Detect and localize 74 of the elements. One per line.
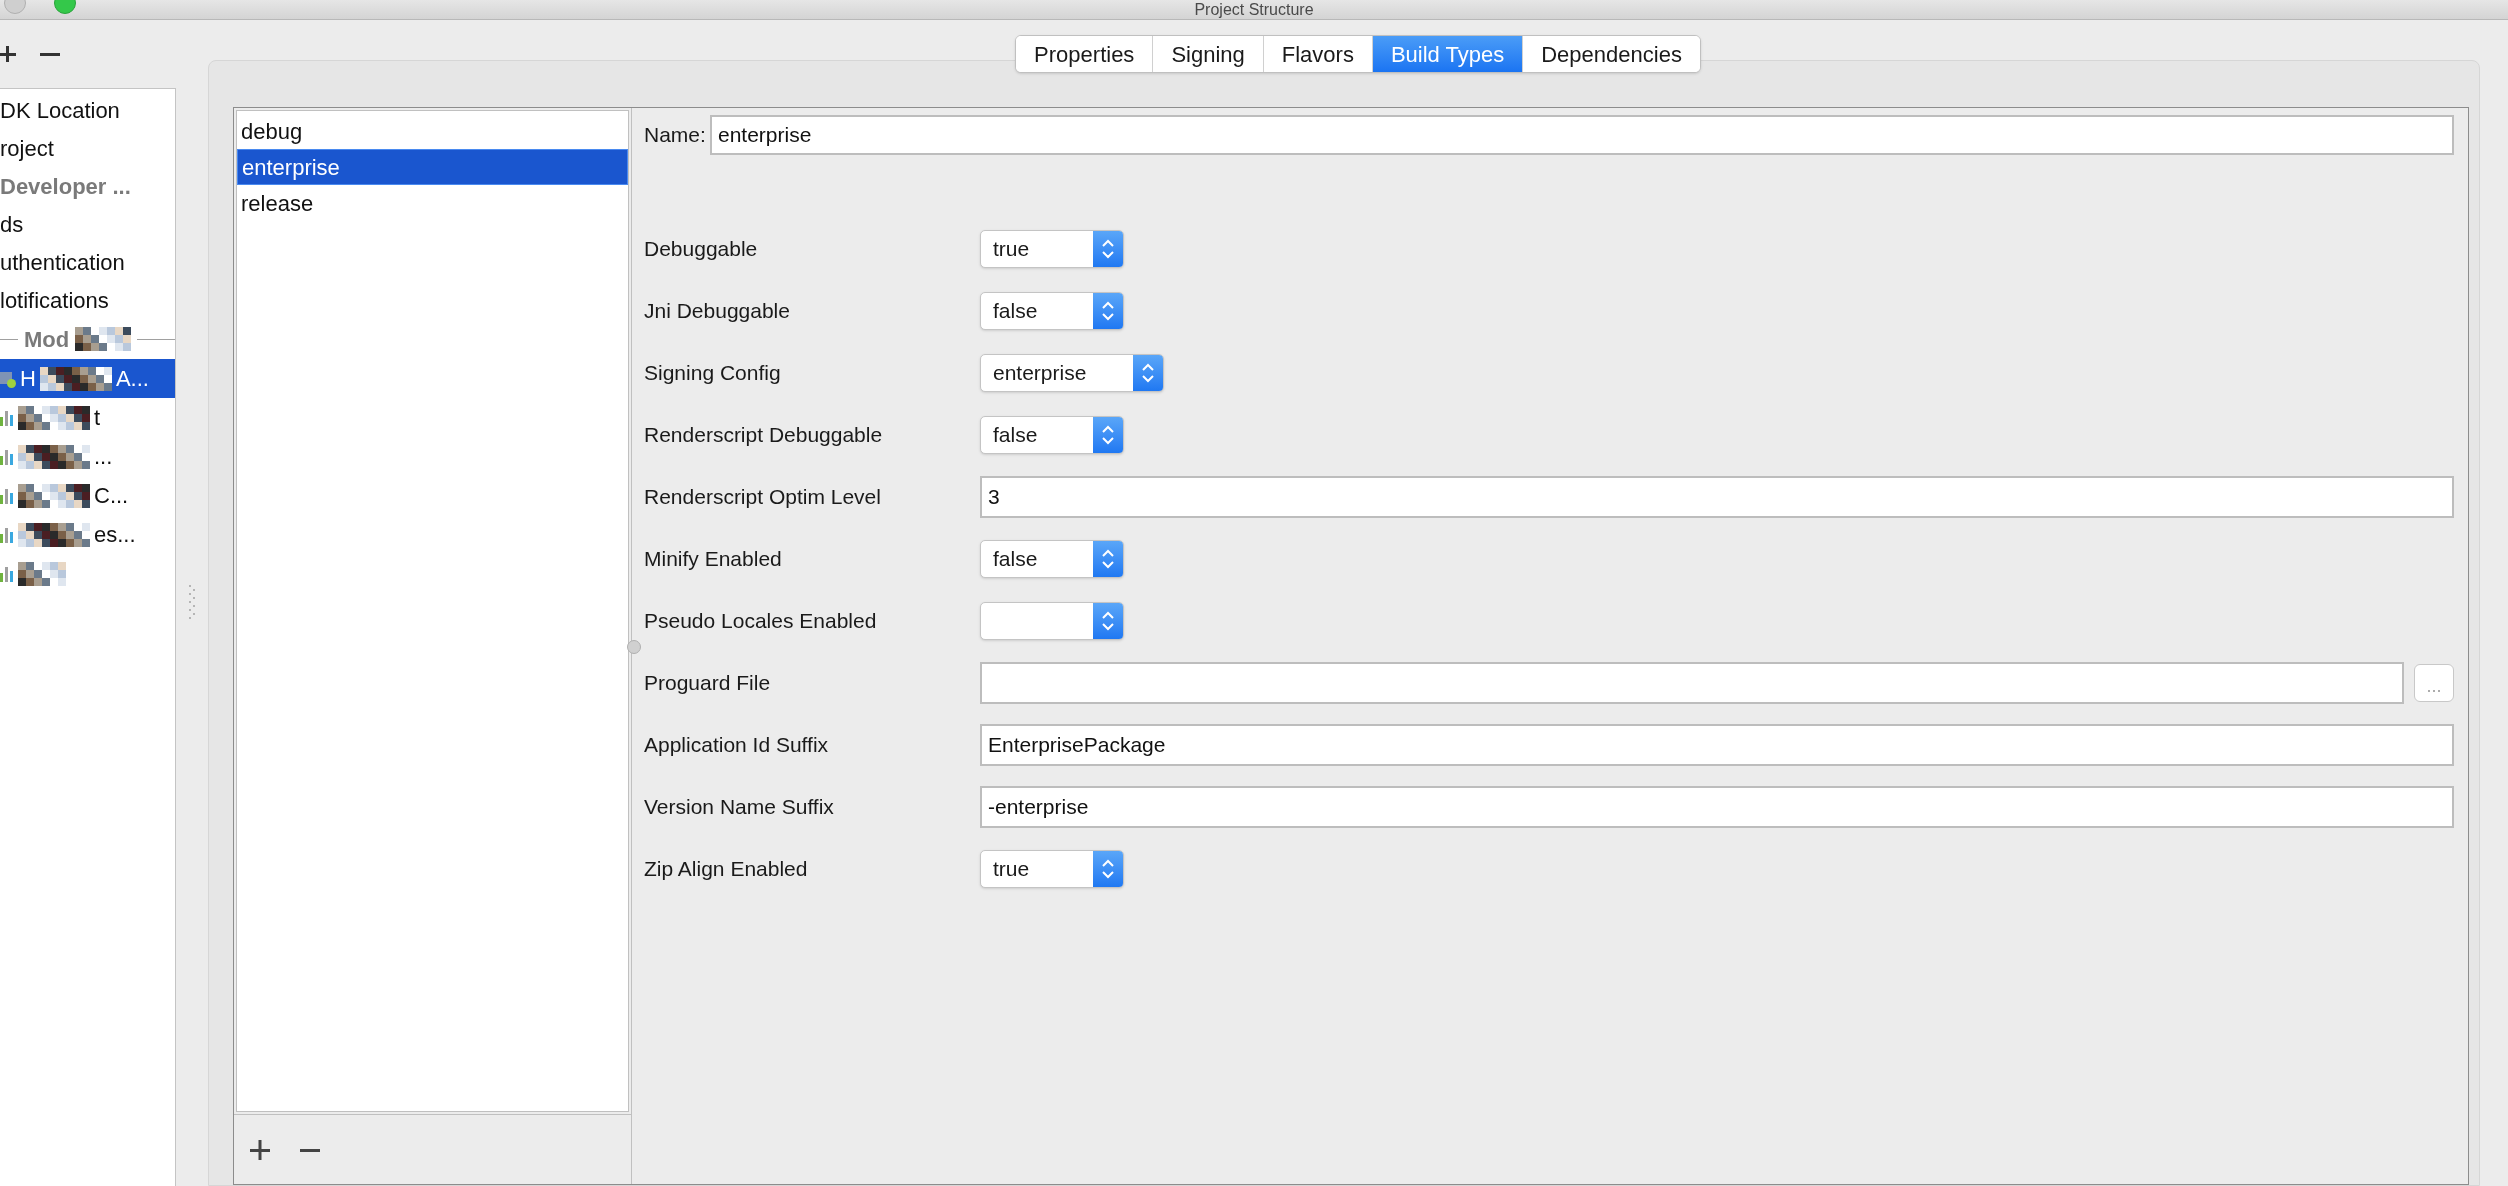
tab[interactable]: Dependencies (1522, 36, 1700, 72)
module-name[interactable]: ... (94, 440, 113, 473)
add-icon[interactable] (0, 44, 18, 64)
pixelated-redaction (75, 327, 132, 351)
stepper-arrows-icon (1141, 361, 1155, 385)
module-folder-icon (0, 369, 16, 388)
sidebar-item[interactable]: ds (0, 205, 175, 243)
field-label: Zip Align Enabled (644, 856, 809, 883)
field-label: Version Name Suffix (644, 794, 835, 821)
sidebar-item[interactable]: roject (0, 129, 175, 167)
text-field[interactable]: EnterprisePackage (980, 724, 2454, 766)
field-label: Pseudo Locales Enabled (644, 608, 878, 635)
field-label: Renderscript Optim Level (644, 484, 882, 511)
field-label: Debuggable (644, 236, 759, 263)
text-field[interactable]: 3 (980, 476, 2454, 518)
bar-chart-icon (0, 409, 14, 426)
field-label: Renderscript Debuggable (644, 422, 884, 449)
build-type-item[interactable]: release (237, 185, 628, 221)
module-item[interactable]: es... (0, 515, 175, 554)
field-label: Jni Debuggable (644, 298, 791, 325)
sidebar-item[interactable]: DK Location (0, 91, 175, 129)
sidebar-item[interactable]: lotifications (0, 281, 175, 319)
build-type-item[interactable]: debug (237, 113, 628, 149)
dropdown[interactable]: false (980, 292, 1124, 330)
splitter-grip-icon[interactable] (189, 585, 195, 621)
field-label: Minify Enabled (644, 546, 783, 573)
dropdown[interactable]: false (980, 540, 1124, 578)
module-name[interactable]: t (94, 401, 101, 434)
build-type-item[interactable]: enterprise (237, 149, 628, 185)
stepper-arrows-icon (1101, 857, 1115, 881)
dropdown[interactable]: true (980, 850, 1124, 888)
module-item[interactable]: H A... (0, 359, 175, 398)
module-item[interactable]: ... (0, 437, 175, 476)
field-label: Proguard File (644, 670, 772, 697)
pixelated-redaction (18, 522, 90, 547)
field-label: Signing Config (644, 360, 782, 387)
module-name[interactable]: es... (94, 518, 136, 551)
stepper-arrows-icon (1101, 423, 1115, 447)
bar-chart-icon (0, 565, 14, 582)
stepper-arrows-icon (1101, 299, 1115, 323)
pixelated-redaction (18, 405, 90, 430)
bar-chart-icon (0, 526, 14, 543)
module-item[interactable]: C... (0, 476, 175, 515)
file-path-field[interactable] (980, 662, 2404, 704)
stepper-arrows-icon (1101, 547, 1115, 571)
dropdown[interactable]: true (980, 230, 1124, 268)
pixelated-redaction (18, 444, 90, 469)
modules-header: Mod (24, 325, 70, 354)
module-name[interactable]: H (20, 362, 36, 395)
bar-chart-icon (0, 487, 14, 504)
module-item[interactable]: t (0, 398, 175, 437)
tab[interactable]: Properties (1016, 36, 1153, 72)
pixelated-redaction (18, 483, 90, 508)
name-field[interactable]: enterprise (710, 115, 2454, 155)
bar-chart-icon (0, 448, 14, 465)
add-icon[interactable] (250, 1139, 270, 1160)
dropdown[interactable] (980, 602, 1124, 640)
window-title: Project Structure (1194, 0, 1314, 19)
stepper-arrows-icon (1101, 609, 1115, 633)
pixelated-redaction (18, 561, 66, 586)
module-name[interactable]: A... (115, 362, 149, 395)
dropdown[interactable]: false (980, 416, 1124, 454)
text-field[interactable]: -enterprise (980, 786, 2454, 828)
splitter-handle-icon[interactable] (627, 640, 641, 654)
field-label: Application Id Suffix (644, 732, 830, 759)
sidebar-section: Developer ... (0, 167, 175, 205)
dropdown[interactable]: enterprise (980, 354, 1164, 392)
tab[interactable]: Signing (1152, 36, 1263, 72)
tab[interactable]: Flavors (1262, 36, 1372, 72)
field-label: Name: (644, 122, 707, 149)
stepper-arrows-icon (1101, 237, 1115, 261)
tab[interactable]: Build Types (1371, 36, 1523, 72)
sidebar-item[interactable]: uthentication (0, 243, 175, 281)
module-name[interactable]: C... (94, 479, 129, 512)
